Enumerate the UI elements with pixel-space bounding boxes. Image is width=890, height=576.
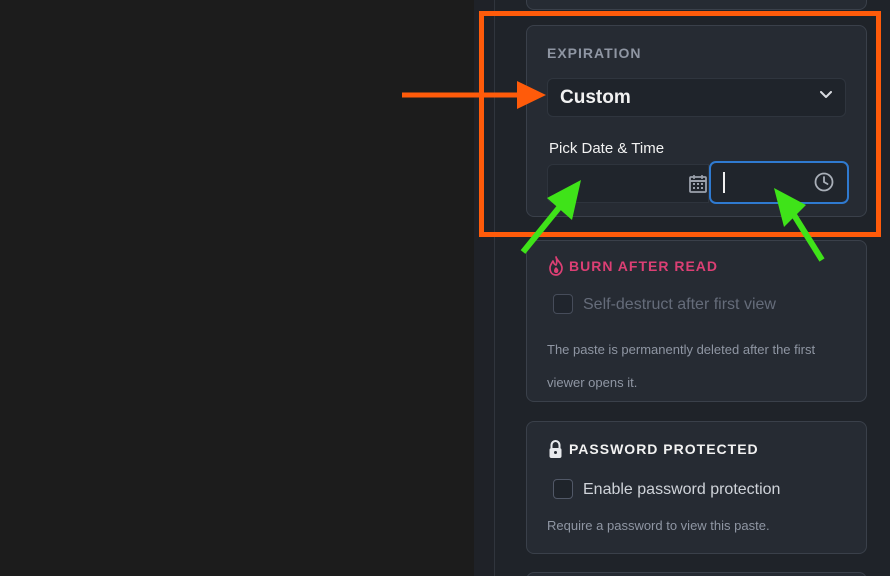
green-arrow-time-annotation [774, 188, 825, 262]
password-protection-checkbox[interactable] [553, 479, 573, 499]
password-protected-help-text: Require a password to view this paste. [547, 518, 770, 533]
previous-settings-card [526, 0, 867, 10]
orange-arrow-annotation [402, 81, 546, 109]
lock-icon [549, 439, 562, 458]
password-protection-checkbox-label[interactable]: Enable password protection [583, 481, 780, 499]
burn-after-read-checkbox-label[interactable]: Self-destruct after first view [583, 296, 776, 314]
burn-after-read-title: BURN AFTER READ [569, 258, 719, 274]
burn-after-read-help-text: The paste is permanently deleted after t… [547, 342, 816, 390]
password-protected-card: PASSWORD PROTECTED Enable password prote… [526, 421, 867, 554]
password-protected-title: PASSWORD PROTECTED [569, 441, 759, 457]
burn-after-read-card: BURN AFTER READ Self-destruct after firs… [526, 240, 867, 402]
green-arrow-date-annotation [520, 180, 581, 254]
flame-icon [549, 256, 563, 276]
next-settings-card [526, 572, 867, 576]
burn-after-read-checkbox[interactable] [553, 294, 573, 314]
screenshot-root: EXPIRATION Custom Pick Date & Time BURN … [0, 0, 890, 576]
